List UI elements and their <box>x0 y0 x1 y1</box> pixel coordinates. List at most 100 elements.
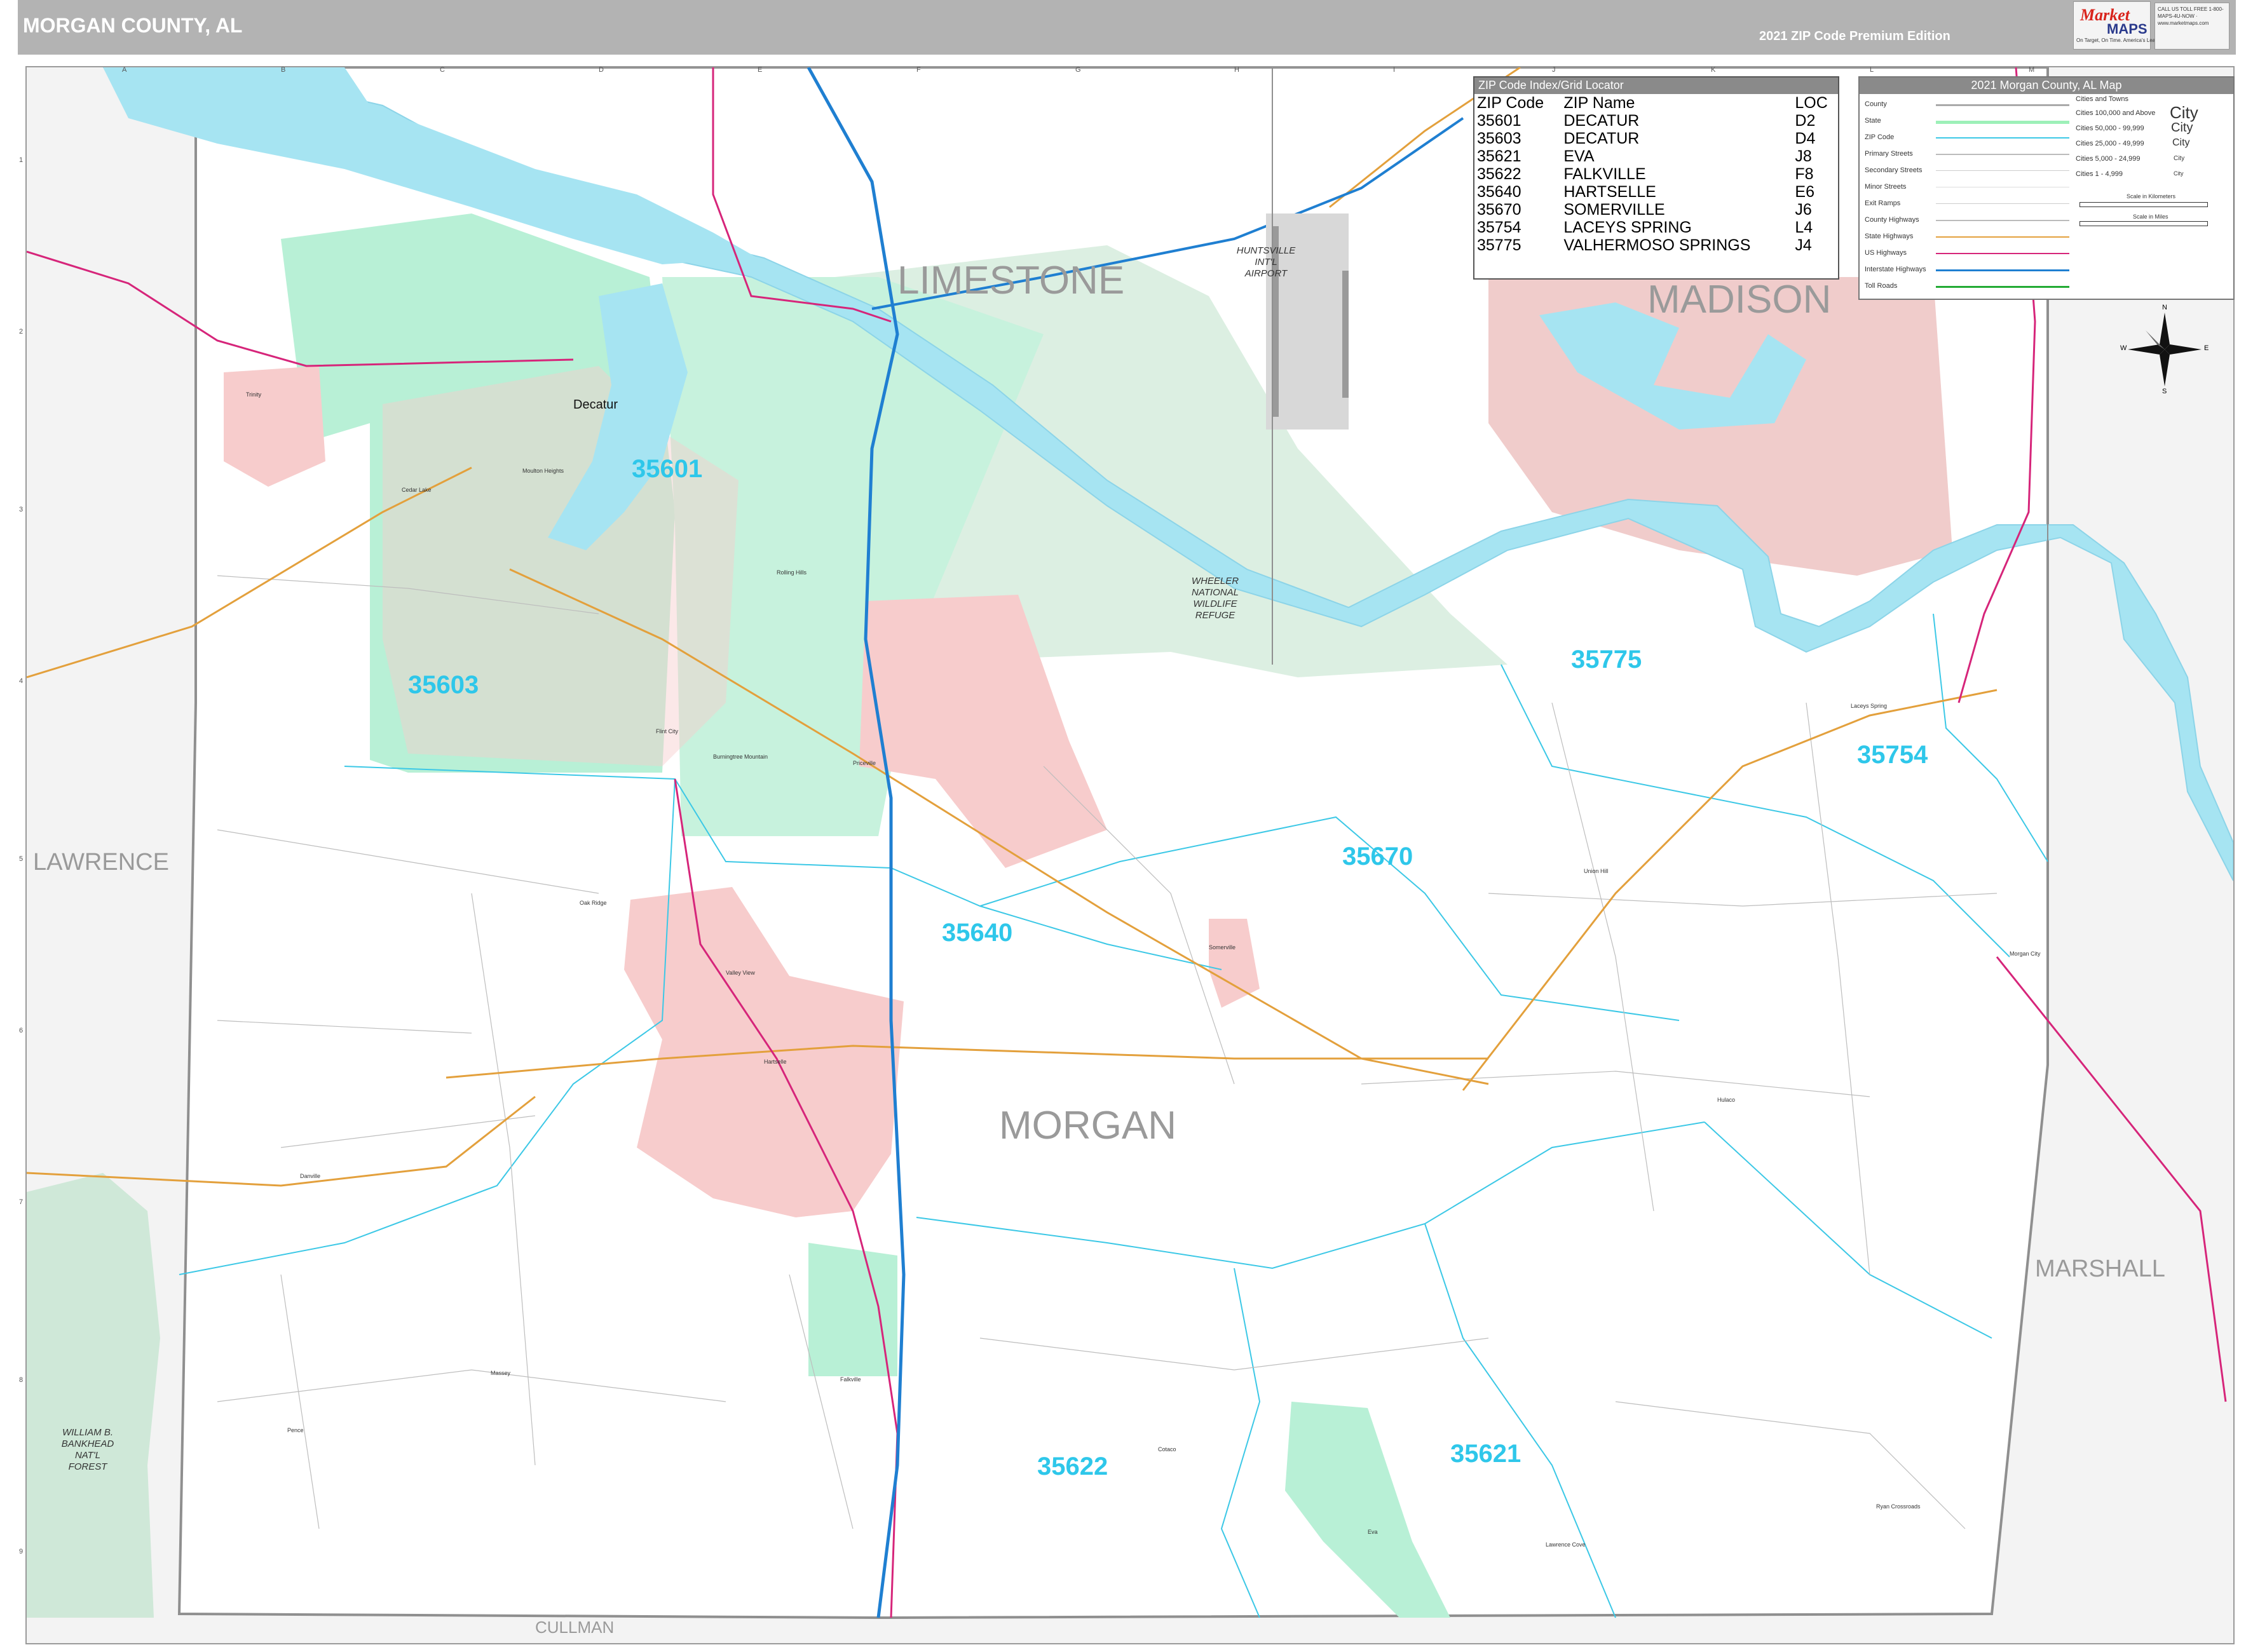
grid-row-3: 3 <box>19 506 24 513</box>
place-cotaco[interactable]: Cotaco <box>1158 1446 1176 1452</box>
falkville-zip-shade <box>808 1243 897 1376</box>
legend-item-ramps: Exit Ramps <box>1865 200 1901 207</box>
legend-scale-mi: Scale in Miles <box>2133 213 2168 220</box>
legend-swatch-county-hwy <box>1936 220 2069 221</box>
zip-label-35603[interactable]: 35603 <box>408 671 479 700</box>
table-row[interactable]: 35754 LACEYS SPRING L4 <box>1474 219 1838 236</box>
legend-item-state-hwy: State Highways <box>1865 233 1914 240</box>
zip-index-col-name: ZIP Name <box>1563 94 1635 112</box>
logo-brand-bottom: MAPS <box>2107 21 2147 37</box>
grid-row-5: 5 <box>19 855 24 863</box>
legend-city-sample-1: City <box>2170 103 2198 122</box>
zip-name: EVA <box>1563 147 1595 165</box>
county-label-morgan: MORGAN <box>999 1104 1176 1148</box>
zip-label-35775[interactable]: 35775 <box>1571 646 1642 674</box>
zip-index-title: ZIP Code Index/Grid Locator <box>1474 78 1838 94</box>
zip-name: SOMERVILLE <box>1563 201 1665 219</box>
place-cedar-lake[interactable]: Cedar Lake <box>402 487 432 493</box>
zip-code: 35621 <box>1477 147 1521 165</box>
place-trinity[interactable]: Trinity <box>246 391 261 398</box>
table-row[interactable]: 35622 FALKVILLE F8 <box>1474 165 1838 183</box>
grid-col-d: D <box>599 66 604 74</box>
grid-row-6: 6 <box>19 1027 24 1034</box>
map-frame[interactable]: A B C D E F G H I J K L M 1 2 3 4 5 6 7 … <box>19 66 2235 1644</box>
legend-city-sample-5: City <box>2174 170 2184 177</box>
place-hulaco[interactable]: Hulaco <box>1717 1097 1735 1103</box>
place-laceys-spring[interactable]: Laceys Spring <box>1851 703 1887 709</box>
zip-label-35622[interactable]: 35622 <box>1037 1452 1108 1481</box>
place-hartselle[interactable]: Hartselle <box>764 1059 787 1065</box>
grid-col-k: K <box>1711 66 1716 74</box>
zip-code: 35775 <box>1477 236 1521 254</box>
compass-e: E <box>2204 344 2209 352</box>
zip-label-35670[interactable]: 35670 <box>1342 843 1413 871</box>
zip-loc: D2 <box>1795 112 1816 130</box>
legend-city-tier-3: Cities 25,000 - 49,999 <box>2076 140 2144 147</box>
place-oak-ridge[interactable]: Oak Ridge <box>580 900 607 906</box>
legend-swatch-interstate <box>1936 269 2069 271</box>
place-massey[interactable]: Massey <box>491 1370 510 1376</box>
zip-name: DECATUR <box>1563 130 1640 147</box>
place-bankhead-forest: WILLIAM B. BANKHEAD NAT'L FOREST <box>61 1427 114 1472</box>
zip-code: 35603 <box>1477 130 1521 147</box>
place-valley-view[interactable]: Valley View <box>726 970 755 976</box>
place-ryan-crossroads[interactable]: Ryan Crossroads <box>1876 1503 1921 1510</box>
zip-index-panel: ZIP Code Index/Grid Locator ZIP Code ZIP… <box>1473 76 1839 280</box>
zip-name: LACEYS SPRING <box>1563 219 1692 236</box>
zip-label-35621[interactable]: 35621 <box>1450 1440 1521 1468</box>
grid-row-7: 7 <box>19 1198 24 1206</box>
place-moulton-heights[interactable]: Moulton Heights <box>522 468 564 474</box>
legend-city-tier-4: Cities 5,000 - 24,999 <box>2076 155 2141 163</box>
compass-s: S <box>2162 388 2167 395</box>
legend-city-sample-3: City <box>2172 137 2190 148</box>
place-pence[interactable]: Pence <box>287 1427 304 1433</box>
zip-loc: D4 <box>1795 130 1816 147</box>
table-row[interactable]: 35670 SOMERVILLE J6 <box>1474 201 1838 219</box>
place-priceville[interactable]: Priceville <box>853 760 876 766</box>
place-rolling-hills[interactable]: Rolling Hills <box>777 569 807 576</box>
scale-bar-mi <box>2079 221 2208 226</box>
zip-code: 35640 <box>1477 183 1521 201</box>
table-row[interactable]: 35603 DECATUR D4 <box>1474 130 1838 147</box>
zip-code: 35601 <box>1477 112 1521 130</box>
grid-col-f: F <box>916 66 921 74</box>
place-airport: HUNTSVILLE INT'L AIRPORT <box>1236 245 1296 279</box>
place-flint-city[interactable]: Flint City <box>656 728 678 735</box>
place-morgan-city[interactable]: Morgan City <box>2010 951 2041 957</box>
place-decatur[interactable]: Decatur <box>573 398 618 412</box>
zip-index-col-zip: ZIP Code <box>1477 94 1544 112</box>
place-lawrence-cove[interactable]: Lawrence Cove <box>1546 1541 1586 1548</box>
zip-name: HARTSELLE <box>1563 183 1656 201</box>
zip-label-35601[interactable]: 35601 <box>632 455 702 484</box>
bankhead-forest-area <box>27 1173 160 1618</box>
table-row[interactable]: 35640 HARTSELLE E6 <box>1474 183 1838 201</box>
zip-loc: F8 <box>1795 165 1814 183</box>
place-eva[interactable]: Eva <box>1368 1529 1378 1535</box>
zip-index-header-row: ZIP Code ZIP Name LOC <box>1474 94 1838 112</box>
airport-runway-2 <box>1342 271 1349 398</box>
place-falkville[interactable]: Falkville <box>840 1376 861 1383</box>
table-row[interactable]: 35621 EVA J8 <box>1474 147 1838 165</box>
place-union-hill[interactable]: Union Hill <box>1584 868 1609 874</box>
zip-loc: L4 <box>1795 219 1813 236</box>
table-row[interactable]: 35601 DECATUR D2 <box>1474 112 1838 130</box>
place-danville[interactable]: Danville <box>300 1173 320 1179</box>
zip-label-35640[interactable]: 35640 <box>942 919 1012 947</box>
place-somerville[interactable]: Somerville <box>1209 944 1235 951</box>
legend-city-sample-4: City <box>2174 155 2185 162</box>
legend-swatch-primary <box>1936 154 2069 155</box>
legend-swatch-state <box>1936 121 2069 124</box>
map-canvas[interactable] <box>27 67 2233 1643</box>
legend-swatch-ramps <box>1936 203 2069 204</box>
zip-name: DECATUR <box>1563 112 1640 130</box>
table-row[interactable]: 35775 VALHERMOSO SPRINGS J4 <box>1474 236 1838 254</box>
legend-city-tier-2: Cities 50,000 - 99,999 <box>2076 125 2144 132</box>
county-label-limestone: LIMESTONE <box>897 259 1125 302</box>
grid-col-m: M <box>2029 66 2035 74</box>
grid-col-c: C <box>440 66 445 74</box>
grid-col-j: J <box>1552 66 1556 74</box>
legend-city-tier-5: Cities 1 - 4,999 <box>2076 170 2123 178</box>
market-maps-logo[interactable]: Market MAPS On Target, On Time. America'… <box>2073 1 2224 50</box>
zip-label-35754[interactable]: 35754 <box>1857 741 1928 769</box>
place-burningtree-mountain[interactable]: Burningtree Mountain <box>713 754 768 760</box>
